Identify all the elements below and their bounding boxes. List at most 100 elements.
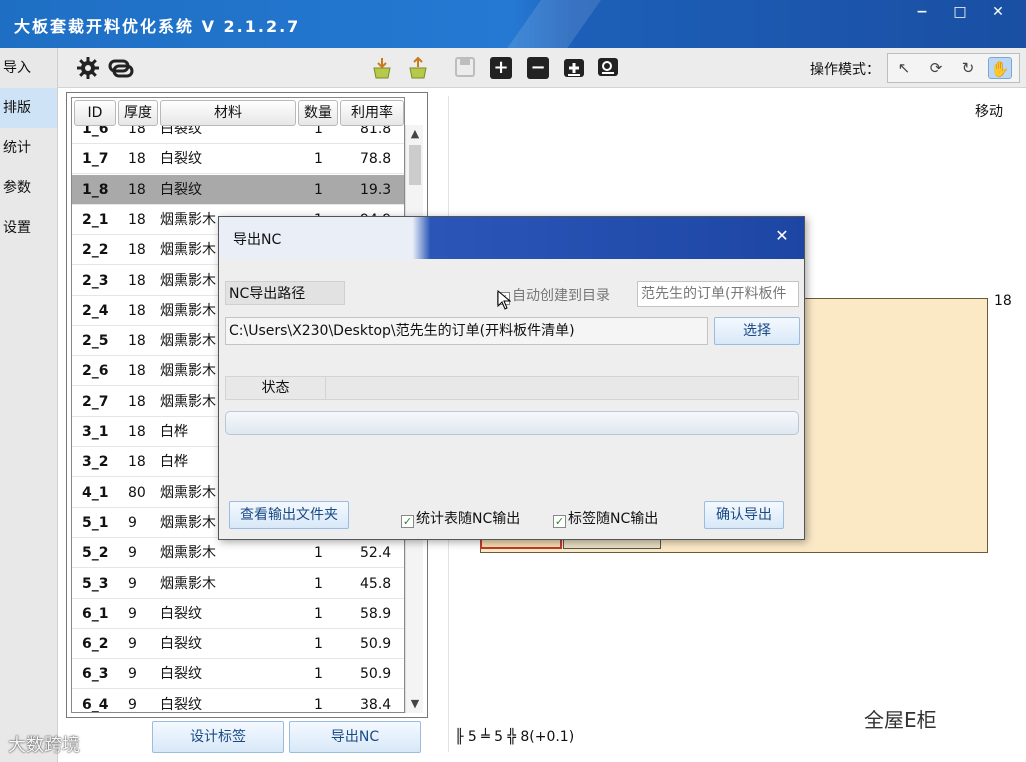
table-row[interactable]: 1_7 18 白裂纹 1 78.8: [72, 144, 404, 175]
nc-path-input[interactable]: C:\Users\X230\Desktop\范先生的订单(开料板件清单): [225, 317, 708, 345]
cell-qty: 1: [314, 151, 323, 168]
column-header-rate[interactable]: 利用率: [340, 100, 404, 126]
save-icon[interactable]: [454, 56, 478, 80]
stats-with-nc-checkbox[interactable]: ✓: [401, 515, 414, 528]
minimize-button[interactable]: −: [904, 0, 940, 24]
hand-icon[interactable]: ✋: [988, 57, 1012, 79]
stats-with-nc-option[interactable]: ✓ 统计表随NC输出: [401, 508, 520, 528]
scroll-down-icon[interactable]: ▼: [406, 695, 424, 713]
dialog-close-button[interactable]: ✕: [767, 223, 797, 249]
cell-thickness: 18: [128, 302, 146, 319]
label-with-nc-option[interactable]: ✓ 标签随NC输出: [553, 508, 658, 528]
link-icon[interactable]: [108, 56, 134, 80]
column-header-id[interactable]: ID: [74, 100, 116, 126]
cell-id: 2_3: [82, 272, 109, 289]
rotate-ccw-icon[interactable]: ↻: [956, 57, 980, 79]
import-bag-icon[interactable]: [370, 56, 394, 80]
cell-id: 5_1: [82, 514, 109, 531]
table-row[interactable]: 5_3 9 烟熏影木 1 45.8: [72, 569, 404, 599]
cell-rate: 38.4: [360, 696, 392, 713]
cell-rate: 19.3: [360, 181, 392, 198]
cell-material: 白裂纹: [160, 666, 202, 683]
design-label-button[interactable]: 设计标签: [152, 721, 284, 753]
layout-stats: ╟ 5 ╧ 5 ╬ 8(+0.1): [455, 729, 575, 745]
nav-item-stats[interactable]: 统计: [0, 128, 57, 168]
table-row[interactable]: 6_2 9 白裂纹 1 50.9: [72, 629, 404, 660]
op-mode-group: ↖ ⟳ ↻ ✋: [887, 53, 1020, 83]
scroll-up-icon[interactable]: ▲: [406, 125, 424, 143]
remove-icon[interactable]: −: [527, 57, 549, 79]
export-nc-dialog: 导出NC ✕ NC导出路径 ✓自动创建到目录 范先生的订单(开料板件 C:\Us…: [218, 216, 805, 540]
status-list-header: 状态: [225, 376, 799, 400]
preview-icon[interactable]: [596, 56, 620, 80]
export-nc-button[interactable]: 导出NC: [289, 721, 421, 753]
table-row[interactable]: 6_4 9 白裂纹 1 38.4: [72, 690, 404, 713]
cell-thickness: 80: [128, 484, 146, 501]
cell-material: 烟熏影木: [160, 575, 216, 592]
close-button[interactable]: ✕: [980, 0, 1016, 24]
nav-item-layout[interactable]: 排版: [0, 88, 57, 128]
cell-id: 2_7: [82, 393, 109, 410]
cell-material: 烟熏影木: [160, 363, 216, 380]
left-nav: 导入 排版 统计 参数 设置: [0, 48, 58, 762]
cell-material: 烟熏影木: [160, 272, 216, 289]
cell-qty: 1: [314, 636, 323, 653]
column-header-qty[interactable]: 数量: [298, 100, 338, 126]
scroll-thumb[interactable]: [409, 145, 421, 185]
cell-qty: 1: [314, 696, 323, 713]
cell-rate: 78.8: [360, 151, 392, 168]
cell-thickness: 9: [128, 605, 137, 622]
cell-material: 烟熏影木: [160, 484, 216, 501]
table-row[interactable]: 5_2 9 烟熏影木 1 52.4: [72, 538, 404, 569]
cell-thickness: 9: [128, 696, 137, 713]
cell-id: 2_1: [82, 211, 109, 228]
cell-id: 3_2: [82, 454, 109, 471]
toolbar: + − 操作模式： ↖ ⟳ ↻ ✋: [58, 48, 1026, 88]
cell-material: 白桦: [160, 424, 188, 440]
status-column-header[interactable]: 状态: [226, 377, 326, 399]
table-row[interactable]: 1_8 18 白裂纹 1 19.3: [72, 174, 404, 205]
cell-rate: 52.4: [360, 545, 392, 562]
cell-thickness: 18: [128, 181, 146, 198]
auto-create-option[interactable]: ✓自动创建到目录: [497, 285, 610, 305]
cell-qty: 1: [314, 575, 323, 592]
cell-id: 2_2: [82, 242, 109, 259]
nav-item-import[interactable]: 导入: [0, 48, 57, 88]
cell-id: 1_7: [82, 151, 109, 168]
cell-id: 1_8: [82, 181, 109, 198]
label-with-nc-checkbox[interactable]: ✓: [553, 515, 566, 528]
cell-thickness: 18: [128, 424, 146, 440]
cell-id: 2_4: [82, 302, 109, 319]
order-name-input[interactable]: 范先生的订单(开料板件: [637, 281, 799, 307]
confirm-export-button[interactable]: 确认导出: [704, 501, 784, 529]
cell-thickness: 18: [128, 363, 146, 380]
export-bag-icon[interactable]: [406, 56, 430, 80]
cell-material: 白裂纹: [160, 151, 202, 168]
column-header-material[interactable]: 材料: [160, 100, 296, 126]
gear-icon[interactable]: [76, 56, 100, 80]
rotate-icon[interactable]: ⟳: [924, 57, 948, 79]
cell-thickness: 9: [128, 514, 137, 531]
table-row[interactable]: 6_1 9 白裂纹 1 58.9: [72, 599, 404, 629]
pointer-icon[interactable]: ↖: [892, 57, 916, 79]
cell-material: 烟熏影木: [160, 545, 216, 562]
title-bar-decoration: [491, 0, 609, 48]
cell-id: 6_4: [82, 696, 109, 713]
cell-id: 2_6: [82, 363, 109, 380]
cell-id: 3_1: [82, 424, 109, 440]
maximize-button[interactable]: □: [942, 0, 978, 24]
cell-material: 烟熏影木: [160, 393, 216, 410]
column-header-thickness[interactable]: 厚度: [118, 100, 158, 126]
nav-item-settings[interactable]: 设置: [0, 208, 57, 248]
add-sheet-icon[interactable]: [562, 56, 586, 80]
table-row[interactable]: 6_3 9 白裂纹 1 50.9: [72, 659, 404, 690]
choose-button[interactable]: 选择: [714, 317, 800, 345]
view-output-folder-button[interactable]: 查看输出文件夹: [229, 501, 349, 529]
cell-thickness: 18: [128, 151, 146, 168]
add-icon[interactable]: +: [490, 57, 512, 79]
mode-status-label: 移动: [975, 104, 1003, 120]
nav-item-params[interactable]: 参数: [0, 168, 57, 208]
cell-material: 烟熏影木: [160, 333, 216, 350]
export-progress-bar: [225, 411, 799, 435]
cell-material: 烟熏影木: [160, 302, 216, 319]
